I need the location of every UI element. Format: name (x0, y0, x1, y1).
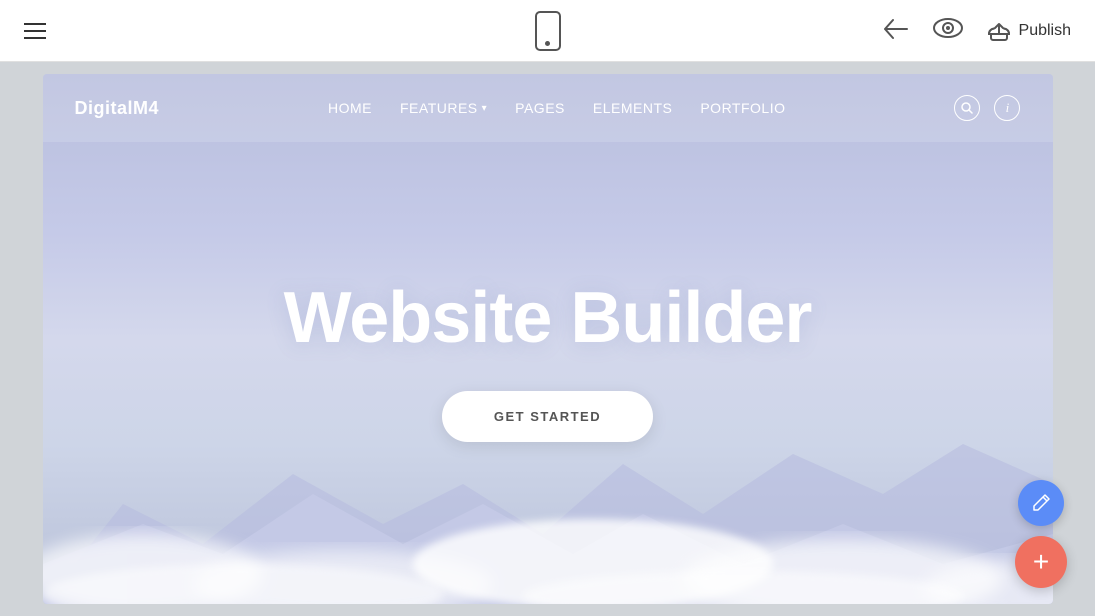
preview-button[interactable] (933, 18, 963, 43)
site-preview: DigitalM4 HOME FEATURES ▾ PAGES ELEMENTS… (43, 74, 1053, 604)
info-icon[interactable]: i (994, 95, 1020, 121)
toolbar: Publish (0, 0, 1095, 62)
nav-item-elements[interactable]: ELEMENTS (593, 100, 672, 116)
nav-item-pages[interactable]: PAGES (515, 100, 565, 116)
canvas-area[interactable]: DigitalM4 HOME FEATURES ▾ PAGES ELEMENTS… (0, 62, 1095, 616)
site-nav: HOME FEATURES ▾ PAGES ELEMENTS PORTFOLIO (328, 100, 786, 116)
hero-cta: GET STARTED (442, 391, 653, 442)
back-button[interactable] (883, 18, 909, 44)
site-logo: DigitalM4 (75, 98, 160, 119)
toolbar-left (24, 23, 46, 39)
nav-item-portfolio[interactable]: PORTFOLIO (700, 100, 785, 116)
get-started-button[interactable]: GET STARTED (442, 391, 653, 442)
fab-edit-button[interactable] (1018, 480, 1064, 526)
site-hero: Website Builder GET STARTED (43, 74, 1053, 604)
chevron-down-icon: ▾ (482, 103, 488, 114)
nav-item-home[interactable]: HOME (328, 100, 372, 116)
search-icon[interactable] (954, 95, 980, 121)
hamburger-menu-icon[interactable] (24, 23, 46, 39)
site-navbar: DigitalM4 HOME FEATURES ▾ PAGES ELEMENTS… (43, 74, 1053, 142)
fab-add-button[interactable]: + (1015, 536, 1067, 588)
fab-container: + (1015, 480, 1067, 588)
toolbar-right: Publish (883, 18, 1071, 44)
mobile-preview-icon[interactable] (535, 11, 561, 51)
toolbar-center (535, 11, 561, 51)
nav-item-features[interactable]: FEATURES ▾ (400, 100, 487, 116)
site-nav-icons: i (954, 95, 1020, 121)
hero-title: Website Builder (284, 277, 812, 359)
publish-button[interactable]: Publish (987, 20, 1071, 42)
publish-label: Publish (1019, 22, 1071, 40)
